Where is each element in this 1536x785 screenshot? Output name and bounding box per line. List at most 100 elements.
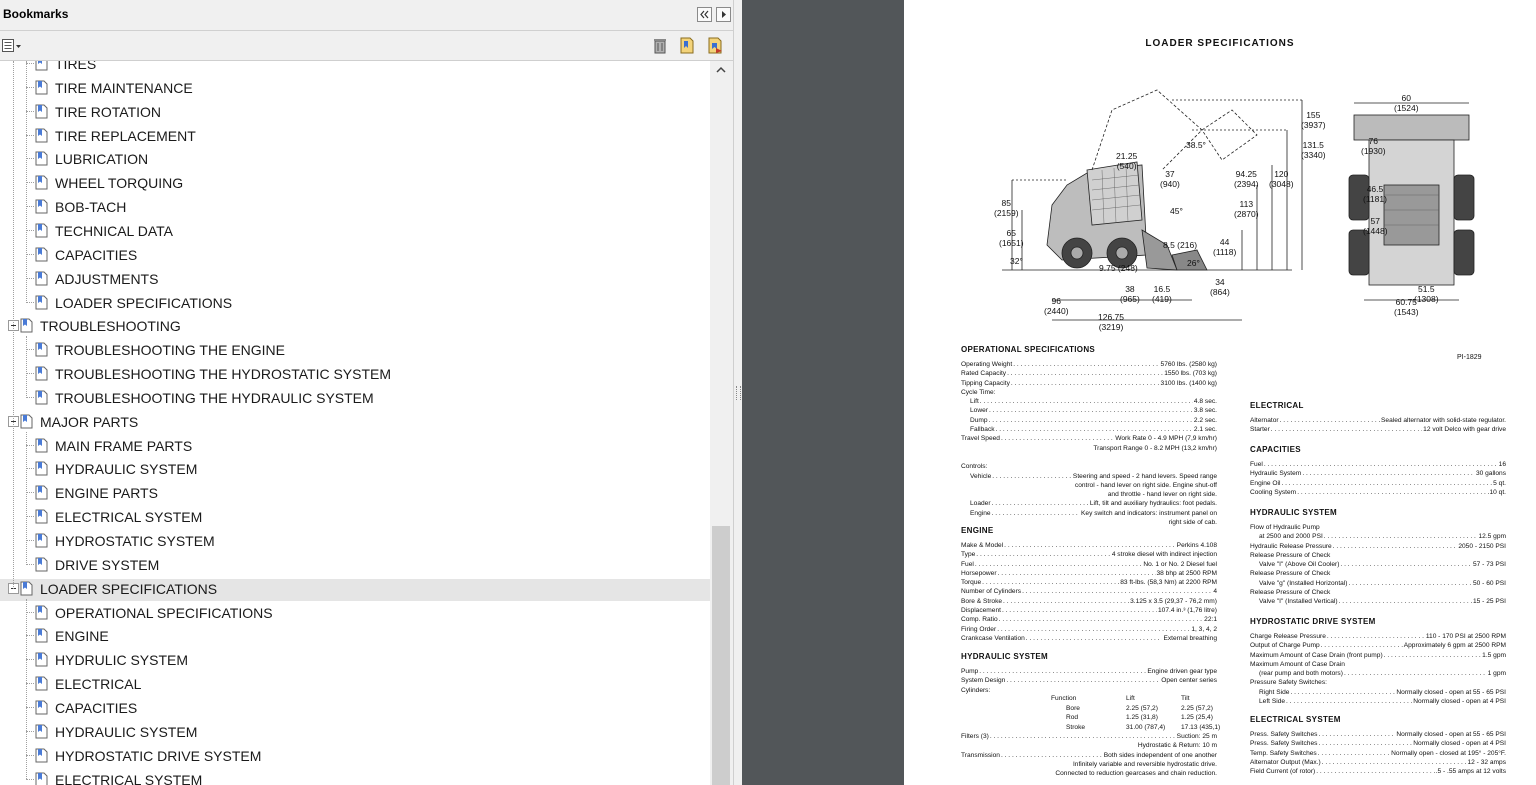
bookmark-item[interactable]: BOB-TACH [0,197,710,219]
bookmark-label: CAPACITIES [55,246,138,263]
operational-specifications-list: Operating Weight5760 lbs. (2580 kg)Rated… [961,360,1217,527]
bookmark-from-selection-icon[interactable] [707,37,723,54]
bookmark-label: TROUBLESHOOTING THE HYDROSTATIC SYSTEM [55,366,392,383]
bookmark-label: TIRE ROTATION [55,103,162,120]
bookmarks-panel: Bookmarks TIRES TIRE MAINTENANCE TIRE RO… [0,0,733,785]
spec-row: Horsepower38 bhp at 2500 RPM [961,569,1217,578]
scrollbar-thumb[interactable] [712,526,730,785]
bookmark-item[interactable]: ELECTRICAL SYSTEM [0,507,710,529]
bookmark-label: OPERATIONAL SPECIFICATIONS [55,604,273,621]
spec-row: Press. Safety SwitchesNormally closed - … [1250,739,1506,748]
hydrostatic-drive-list: Charge Release Pressure110 - 170 PSI at … [1250,632,1506,706]
dimension-label: 16.5 (419) [1152,284,1172,304]
panel-title: Bookmarks [3,7,69,21]
panel-splitter[interactable] [733,0,742,785]
spec-row-continued [961,453,1217,462]
bookmark-item[interactable]: TIRE ROTATION [0,102,710,124]
bookmark-label: TIRE REPLACEMENT [55,127,196,144]
bookmarks-tree: TIRES TIRE MAINTENANCE TIRE ROTATION TIRE R… [0,61,710,785]
bookmark-item[interactable]: ADJUSTMENTS [0,269,710,291]
bookmark-item[interactable]: TIRE REPLACEMENT [0,126,710,148]
dimension-label: 113 (2870) [1234,199,1259,219]
spec-row-continued: and throttle - hand lever on right side. [1107,491,1217,499]
bookmark-label: LOADER SPECIFICATIONS [55,294,233,311]
dimension-label: 8.5 (216) [1163,240,1198,250]
bookmark-label: HYDRULIC SYSTEM [55,652,189,669]
bookmark-item[interactable]: LOADER SPECIFICATIONS [0,293,710,315]
collapse-panel-button[interactable] [697,7,712,22]
bookmark-icon [35,271,48,286]
bookmark-icon [35,700,48,715]
bookmark-item[interactable]: HYDRAULIC SYSTEM [0,722,710,744]
bookmark-label: TROUBLESHOOTING THE HYDRAULIC SYSTEM [55,389,374,406]
capacities-title: CAPACITIES [1250,445,1301,454]
bookmark-label: TROUBLESHOOTING THE ENGINE [55,342,285,359]
bookmark-label: ENGINE [55,628,109,645]
bookmark-item[interactable]: TIRE MAINTENANCE [0,78,710,100]
bookmark-label: HYDROSTATIC DRIVE SYSTEM [55,747,262,764]
bookmark-item[interactable]: TIRES [0,61,710,76]
bookmark-item[interactable]: HYDROSTATIC DRIVE SYSTEM [0,746,710,768]
bookmark-icon [35,557,48,572]
hydrostatic-drive-title: HYDROSTATIC DRIVE SYSTEM [1250,617,1376,626]
bookmark-label: MAJOR PARTS [40,413,139,430]
scroll-up-icon[interactable] [715,65,727,75]
dimension-label: 9.75 (248) [1099,263,1138,273]
spec-row: Type4 stroke diesel with indirect inject… [961,550,1217,559]
bookmark-item[interactable]: ELECTRICAL [0,674,710,696]
dimension-label: 37 (940) [1160,169,1180,189]
dimension-label: 131.5 (3340) [1301,140,1326,160]
spec-row: VehicleSteering and speed - 2 hand lever… [961,472,1217,481]
bookmark-item[interactable]: DRIVE SYSTEM [0,555,710,577]
spec-row: Flow of Hydraulic Pump [1250,524,1320,531]
dimension-label: 38 (965) [1120,284,1140,304]
document-viewer[interactable]: LOADER SPECIFICATIONS 155 (3937) 131.5 (… [742,0,1536,785]
dimension-label: 96 (2440) [1044,296,1069,316]
bookmark-item[interactable]: MAIN FRAME PARTS [0,436,710,458]
bookmark-item[interactable]: TROUBLESHOOTING THE HYDRAULIC SYSTEM [0,388,710,410]
bookmark-icon [20,414,33,429]
spec-row: Rated Capacity1550 lbs. (703 kg) [961,369,1217,378]
bookmark-icon [35,151,48,166]
bookmark-item[interactable]: TROUBLESHOOTING [0,316,710,338]
bookmark-icon [35,652,48,667]
spec-row: Starter12 volt Delco with gear drive [1250,425,1506,434]
bookmark-item[interactable]: TECHNICAL DATA [0,221,710,243]
bookmark-item[interactable]: HYDROSTATIC SYSTEM [0,531,710,553]
bookmark-item[interactable]: WHEEL TORQUING [0,173,710,195]
bookmark-label: ADJUSTMENTS [55,270,159,287]
bookmark-label: TECHNICAL DATA [55,222,173,239]
dimension-label: 155 (3937) [1301,110,1326,130]
spec-row: Fallback2.1 sec. [961,425,1217,434]
spec-row: Field Current (of rotor).5 - .55 amps at… [1250,767,1506,776]
bookmark-item[interactable]: ENGINE [0,626,710,648]
cylinders-header-cell: Lift [1126,695,1135,702]
spec-row: Travel SpeedWork Rate 0 - 4.9 MPH (7,9 k… [961,434,1217,443]
bookmark-label: CAPACITIES [55,699,138,716]
bookmark-label: ENGINE PARTS [55,485,158,502]
new-bookmark-icon[interactable] [679,37,695,54]
hydraulic-system-right-title: HYDRAULIC SYSTEM [1250,508,1338,517]
options-icon[interactable] [2,39,22,53]
bookmark-item[interactable]: LUBRICATION [0,149,710,171]
bookmark-item[interactable]: CAPACITIES [0,698,710,720]
bookmark-item[interactable]: ENGINE PARTS [0,483,710,505]
panel-menu-button[interactable] [716,7,731,22]
cylinders-cell: Rod [1066,714,1079,722]
cylinders-cell: 17.13 (435,1) [1181,723,1221,731]
bookmark-icon [35,104,48,119]
dimension-label: 60.75 (1543) [1394,297,1419,317]
bookmark-item[interactable]: HYDRULIC SYSTEM [0,650,710,672]
bookmark-item[interactable]: TROUBLESHOOTING THE ENGINE [0,340,710,362]
dimension-label: 60 (1524) [1394,93,1419,113]
bookmark-item[interactable]: ELECTRICAL SYSTEM [0,770,710,785]
bookmark-item[interactable]: TROUBLESHOOTING THE HYDROSTATIC SYSTEM [0,364,710,386]
trash-icon[interactable] [652,37,668,54]
bookmark-item[interactable]: CAPACITIES [0,245,710,267]
bookmark-item[interactable]: OPERATIONAL SPECIFICATIONS [0,603,710,625]
spec-row: FuelNo. 1 or No. 2 Diesel fuel [961,560,1217,569]
bookmark-item[interactable]: MAJOR PARTS [0,412,710,434]
bookmark-item[interactable]: HYDRAULIC SYSTEM [0,459,710,481]
bookmark-item[interactable]: LOADER SPECIFICATIONS [0,578,710,601]
vertical-scrollbar[interactable] [710,61,733,785]
